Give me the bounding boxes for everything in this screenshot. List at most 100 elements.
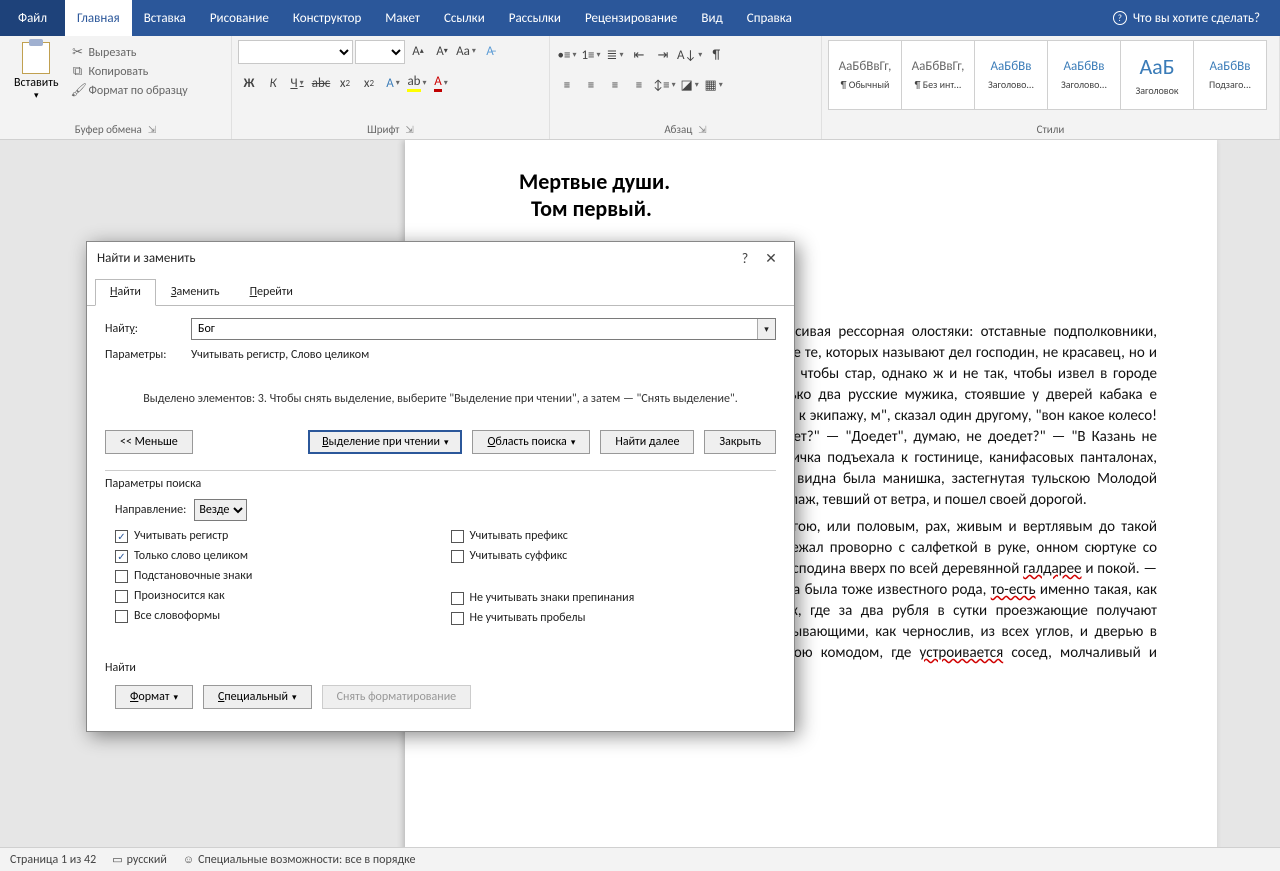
cb-ignore-space[interactable]: Не учитывать пробелы bbox=[451, 611, 777, 625]
align-left-button[interactable]: ≡ bbox=[556, 74, 578, 96]
numbering-button[interactable]: 1≡ bbox=[580, 44, 602, 66]
menu-help[interactable]: Справка bbox=[735, 0, 804, 36]
doc-title: Мертвые души. bbox=[519, 168, 1157, 195]
params-label: Параметры: bbox=[105, 348, 179, 362]
cb-all-forms[interactable]: Все словоформы bbox=[115, 609, 441, 623]
italic-button[interactable]: К bbox=[262, 72, 284, 94]
cb-ignore-punct[interactable]: Не учитывать знаки препинания bbox=[451, 591, 777, 605]
tab-goto[interactable]: Перейти bbox=[235, 279, 308, 305]
decrease-indent-button[interactable]: ⇤ bbox=[628, 44, 650, 66]
borders-button[interactable]: ▦ bbox=[703, 74, 725, 96]
params-value: Учитывать регистр, Слово целиком bbox=[191, 348, 776, 362]
cb-whole-word[interactable]: ✓Только слово целиком bbox=[115, 549, 441, 563]
font-size-select[interactable] bbox=[355, 40, 405, 64]
cb-sounds-like[interactable]: Произносится как bbox=[115, 589, 441, 603]
shrink-font-button[interactable]: A▾ bbox=[431, 40, 453, 62]
show-marks-button[interactable]: ¶ bbox=[705, 44, 727, 66]
tab-replace[interactable]: Заменить bbox=[156, 279, 235, 305]
subscript-button[interactable]: x2 bbox=[334, 72, 356, 94]
menu-insert[interactable]: Вставка bbox=[132, 0, 198, 36]
lightbulb-icon: ? bbox=[1113, 11, 1127, 25]
less-button[interactable]: << Меньше bbox=[105, 430, 193, 454]
format-painter-button[interactable]: 🖌Формат по образцу bbox=[71, 82, 188, 99]
style-no-spacing[interactable]: АаБбВвГг,¶ Без инт... bbox=[901, 40, 975, 110]
reading-highlight-button[interactable]: Выделение при чтении▾ bbox=[308, 430, 462, 454]
font-family-select[interactable] bbox=[238, 40, 353, 64]
paste-button[interactable]: Вставить ▾ bbox=[6, 40, 67, 103]
status-page[interactable]: Страница 1 из 42 bbox=[10, 853, 96, 867]
direction-select[interactable]: Везде bbox=[194, 499, 247, 521]
style-subtitle[interactable]: АаБбВвПодзаго... bbox=[1193, 40, 1267, 110]
menu-mailings[interactable]: Рассылки bbox=[497, 0, 573, 36]
menu-draw[interactable]: Рисование bbox=[198, 0, 281, 36]
align-right-button[interactable]: ≡ bbox=[604, 74, 626, 96]
bold-button[interactable]: Ж bbox=[238, 72, 260, 94]
dialog-close-button[interactable]: ✕ bbox=[758, 250, 784, 267]
increase-indent-button[interactable]: ⇥ bbox=[652, 44, 674, 66]
scissors-icon: ✂ bbox=[71, 45, 85, 60]
tab-find[interactable]: Найти bbox=[95, 279, 156, 306]
clipboard-launcher[interactable]: ⇲ bbox=[148, 123, 156, 136]
clipboard-icon bbox=[22, 42, 50, 74]
menu-home[interactable]: Главная bbox=[65, 0, 132, 36]
style-normal[interactable]: АаБбВвГг,¶ Обычный bbox=[828, 40, 902, 110]
find-label: Найту: bbox=[105, 322, 179, 336]
search-scope-button[interactable]: Область поиска▾ bbox=[472, 430, 590, 454]
find-input[interactable] bbox=[192, 319, 757, 339]
dialog-titlebar[interactable]: Найти и заменить ? ✕ bbox=[87, 242, 794, 275]
style-heading1[interactable]: АаБбВвЗаголово... bbox=[974, 40, 1048, 110]
align-center-button[interactable]: ≡ bbox=[580, 74, 602, 96]
menu-design[interactable]: Конструктор bbox=[281, 0, 373, 36]
status-language[interactable]: ▭русский bbox=[112, 853, 167, 867]
highlight-button[interactable]: ab bbox=[406, 72, 428, 94]
group-paragraph: •≡ 1≡ ≣ ⇤ ⇥ A↓ ¶ ≡ ≡ ≡ ≡ ↕≡ ◪ ▦ Абзац⇲ bbox=[550, 36, 822, 139]
font-color-button[interactable]: A bbox=[430, 72, 452, 94]
person-icon: ☺ bbox=[183, 853, 194, 866]
cut-button[interactable]: ✂Вырезать bbox=[71, 44, 188, 61]
close-button[interactable]: Закрыть bbox=[704, 430, 776, 454]
special-button[interactable]: Специальный▾ bbox=[203, 685, 312, 709]
group-styles: АаБбВвГг,¶ Обычный АаБбВвГг,¶ Без инт...… bbox=[822, 36, 1280, 139]
dialog-help-button[interactable]: ? bbox=[732, 250, 758, 267]
search-params-label: Параметры поиска bbox=[105, 477, 776, 491]
menu-review[interactable]: Рецензирование bbox=[573, 0, 689, 36]
clear-format-button[interactable]: A̶ bbox=[479, 40, 501, 62]
style-title[interactable]: АаБЗаголовок bbox=[1120, 40, 1194, 110]
format-button[interactable]: Формат▾ bbox=[115, 685, 193, 709]
menu-file[interactable]: Файл bbox=[0, 0, 65, 36]
style-heading2[interactable]: АаБбВвЗаголово... bbox=[1047, 40, 1121, 110]
strike-button[interactable]: abc bbox=[310, 72, 332, 94]
ribbon: Вставить ▾ ✂Вырезать ⧉Копировать 🖌Формат… bbox=[0, 36, 1280, 140]
bullets-button[interactable]: •≡ bbox=[556, 44, 578, 66]
menu-view[interactable]: Вид bbox=[689, 0, 734, 36]
cb-prefix[interactable]: Учитывать префикс bbox=[451, 529, 777, 543]
change-case-button[interactable]: Aa bbox=[455, 40, 477, 62]
shading-button[interactable]: ◪ bbox=[679, 74, 701, 96]
cb-wildcards[interactable]: Подстановочные знаки bbox=[115, 569, 441, 583]
line-spacing-button[interactable]: ↕≡ bbox=[652, 74, 677, 96]
text-effects-button[interactable]: A bbox=[382, 72, 404, 94]
tell-me-input[interactable]: ? Что вы хотите сделать? bbox=[1113, 11, 1280, 26]
font-launcher[interactable]: ⇲ bbox=[405, 123, 413, 136]
align-justify-button[interactable]: ≡ bbox=[628, 74, 650, 96]
find-section-label: Найти bbox=[105, 661, 776, 675]
statusbar: Страница 1 из 42 ▭русский ☺Специальные в… bbox=[0, 847, 1280, 871]
underline-button[interactable]: Ч bbox=[286, 72, 308, 94]
sort-button[interactable]: A↓ bbox=[676, 44, 703, 66]
superscript-button[interactable]: x2 bbox=[358, 72, 380, 94]
multilevel-button[interactable]: ≣ bbox=[604, 44, 626, 66]
menu-references[interactable]: Ссылки bbox=[432, 0, 497, 36]
cb-suffix[interactable]: Учитывать суффикс bbox=[451, 549, 777, 563]
find-next-button[interactable]: Найти далее bbox=[600, 430, 694, 454]
info-text: Выделено элементов: 3. Чтобы снять выдел… bbox=[105, 392, 776, 406]
doc-subtitle: Том первый. bbox=[531, 195, 1157, 222]
paragraph-launcher[interactable]: ⇲ bbox=[698, 123, 706, 136]
status-accessibility[interactable]: ☺Специальные возможности: все в порядке bbox=[183, 853, 416, 867]
menu-layout[interactable]: Макет bbox=[373, 0, 432, 36]
find-history-dropdown[interactable]: ▾ bbox=[757, 319, 775, 339]
group-font: A▴ A▾ Aa A̶ Ж К Ч abc x2 x2 A ab A Шрифт… bbox=[232, 36, 550, 139]
dialog-tabs: Найти Заменить Перейти bbox=[87, 279, 794, 306]
copy-button[interactable]: ⧉Копировать bbox=[71, 63, 188, 80]
cb-match-case[interactable]: ✓Учитывать регистр bbox=[115, 529, 441, 543]
grow-font-button[interactable]: A▴ bbox=[407, 40, 429, 62]
